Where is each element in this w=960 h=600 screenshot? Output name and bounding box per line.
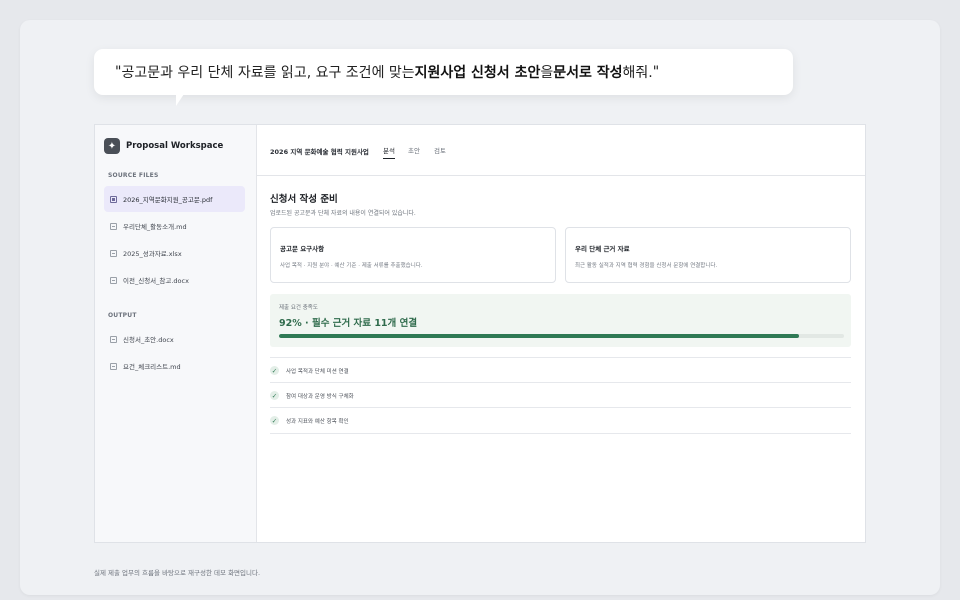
checklist-item: ✓ 참여 대상과 운영 방식 구체화	[270, 382, 851, 408]
checklist-item: ✓ 사업 목적과 단체 미션 연결	[270, 357, 851, 383]
card-title: 공고문 요구사항	[280, 245, 325, 253]
file-icon	[110, 195, 117, 203]
project-title: 2026 지역 문화예술 협력 지원사업	[270, 148, 369, 156]
section-subtitle: 업로드된 공고문과 단체 자료의 내용이 연결되어 있습니다.	[270, 210, 416, 217]
sidebar: ✦ Proposal Workspace SOURCE FILES 2026_지…	[95, 125, 257, 542]
checklist-text: 성과 지표와 예산 항목 확인	[286, 418, 349, 425]
file-icon	[110, 249, 117, 257]
source-files-label: SOURCE FILES	[108, 172, 159, 179]
source-file-item[interactable]: 2025_성과자료.xlsx	[104, 240, 245, 266]
progress-track	[279, 334, 844, 338]
check-icon: ✓	[270, 366, 279, 375]
source-file-item[interactable]: 이전_신청서_참고.docx	[104, 267, 245, 293]
prompt-bubble-tail	[176, 94, 184, 106]
checklist-text: 참여 대상과 운영 방식 구체화	[286, 393, 354, 400]
main-panel: 2026 지역 문화예술 협력 지원사업 분석 초안 검토 신청서 작성 준비 …	[256, 125, 865, 542]
card-description: 사업 목적 · 지원 분야 · 예산 기준 · 제출 서류를 추출했습니다.	[280, 263, 423, 269]
prompt-text-1: 공고문과 우리 단체 자료를 읽고, 요구 조건에 맞는	[121, 65, 415, 81]
file-name: 신청서_초안.docx	[123, 336, 174, 344]
prompt-text-3: 해줘.	[622, 65, 653, 81]
output-label: OUTPUT	[108, 312, 137, 319]
file-name: 요건_체크리스트.md	[123, 363, 181, 371]
prompt-bubble: " 공고문과 우리 단체 자료를 읽고, 요구 조건에 맞는 지원사업 신청서 초…	[94, 49, 793, 95]
requirements-progress: 제출 요건 충족도 92% · 필수 근거 자료 11개 연결	[270, 294, 851, 347]
prompt-bold-1: 지원사업 신청서 초안	[414, 65, 541, 81]
footer-note: 실제 제출 업무의 흐름을 바탕으로 재구성한 데모 화면입니다.	[94, 569, 261, 577]
file-name: 이전_신청서_참고.docx	[123, 277, 189, 285]
brand-name: Proposal Workspace	[126, 141, 224, 151]
file-name: 우리단체_활동소개.md	[123, 223, 187, 231]
progress-fill	[279, 334, 799, 338]
tab-analysis[interactable]: 분석	[383, 145, 395, 159]
output-file-item[interactable]: 요건_체크리스트.md	[104, 353, 245, 379]
file-icon	[110, 362, 117, 370]
card-title: 우리 단체 근거 자료	[575, 245, 630, 253]
app-window: ✦ Proposal Workspace SOURCE FILES 2026_지…	[94, 124, 866, 543]
prompt-close-quote: "	[652, 64, 660, 80]
tab-review[interactable]: 검토	[434, 145, 446, 158]
topbar: 2026 지역 문화예술 협력 지원사업 분석 초안 검토	[256, 125, 865, 176]
source-file-item[interactable]: 우리단체_활동소개.md	[104, 213, 245, 239]
check-icon: ✓	[270, 416, 279, 425]
progress-value: 92% · 필수 근거 자료 11개 연결	[279, 318, 418, 329]
progress-label: 제출 요건 충족도	[279, 305, 318, 311]
brand: ✦ Proposal Workspace	[104, 138, 223, 154]
prompt-text-2: 을	[540, 65, 554, 81]
file-name: 2026_지역문화지원_공고문.pdf	[123, 196, 213, 204]
evidence-card[interactable]: 우리 단체 근거 자료 최근 활동 실적과 지역 협력 경험을 신청서 문항에 …	[565, 227, 851, 283]
sparkle-icon: ✦	[104, 138, 120, 154]
file-icon	[110, 335, 117, 343]
card-description: 최근 활동 실적과 지역 협력 경험을 신청서 문항에 연결합니다.	[575, 263, 718, 269]
file-name: 2025_성과자료.xlsx	[123, 250, 182, 258]
checklist-text: 사업 목적과 단체 미션 연결	[286, 368, 349, 375]
prompt-bold-2: 문서로 작성	[553, 65, 623, 81]
section-title: 신청서 작성 준비	[270, 194, 338, 205]
requirements-card[interactable]: 공고문 요구사항 사업 목적 · 지원 분야 · 예산 기준 · 제출 서류를 …	[270, 227, 556, 283]
source-file-item[interactable]: 2026_지역문화지원_공고문.pdf	[104, 186, 245, 212]
file-icon	[110, 276, 117, 284]
output-file-item[interactable]: 신청서_초안.docx	[104, 326, 245, 352]
file-icon	[110, 222, 117, 230]
tab-draft[interactable]: 초안	[408, 145, 420, 158]
checklist-item: ✓ 성과 지표와 예산 항목 확인	[270, 407, 851, 434]
check-icon: ✓	[270, 391, 279, 400]
